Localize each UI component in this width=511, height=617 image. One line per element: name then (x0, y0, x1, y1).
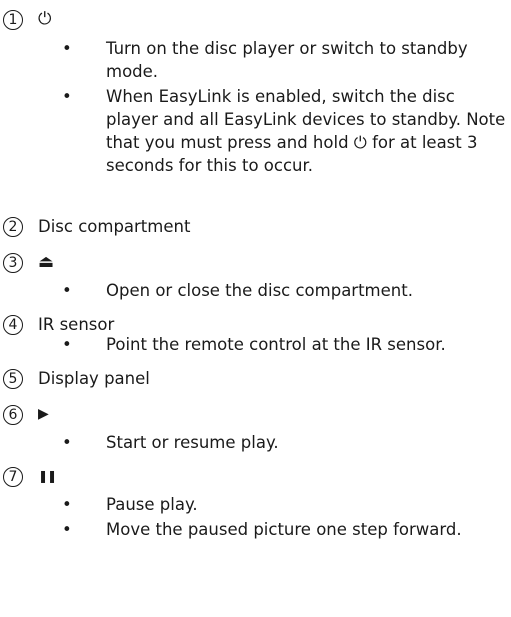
item-number-3: 3 (3, 253, 23, 273)
pause-icon: ❚❚ (38, 469, 57, 483)
power-icon: ⏻ (38, 9, 52, 29)
bullet-text: Start or resume play. (106, 433, 279, 452)
item-number-5: 5 (3, 369, 23, 389)
bullet-mark: • (62, 495, 72, 514)
bullet-mark: • (62, 87, 72, 106)
item-heading: Disc compartment (38, 217, 191, 236)
bullet-text: Pause play. (106, 495, 198, 514)
bullet-text: Point the remote control at the IR senso… (106, 335, 446, 354)
document-page: 1 ⏻ • Turn on the disc player or switch … (0, 0, 511, 617)
item-heading: Display panel (38, 369, 150, 388)
bullet-text: Move the paused picture one step forward… (106, 520, 462, 539)
bullet-mark: • (62, 39, 72, 58)
bullet-mark: • (62, 520, 72, 539)
bullet-mark: • (62, 281, 72, 300)
bullet-mark: • (62, 433, 72, 452)
bullet-text: When EasyLink is enabled, switch the dis… (106, 87, 506, 175)
item-heading: IR sensor (38, 315, 115, 334)
item-number-7: 7 (3, 467, 23, 487)
item-number-2: 2 (3, 217, 23, 237)
bullet-text: Turn on the disc player or switch to sta… (106, 39, 468, 81)
eject-icon: ⏏ (38, 252, 55, 272)
bullet-mark: • (62, 335, 72, 354)
item-number-1: 1 (3, 10, 23, 30)
item-number-4: 4 (3, 315, 23, 335)
bullet-text: Open or close the disc compartment. (106, 281, 413, 300)
play-icon: ▶ (38, 406, 49, 422)
item-number-6: 6 (3, 405, 23, 425)
